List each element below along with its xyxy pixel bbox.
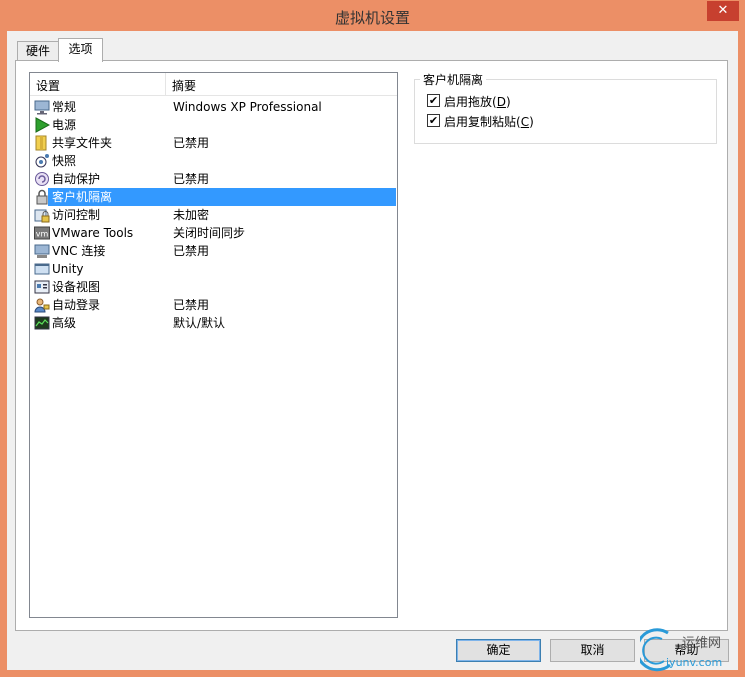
dialog-client-area: 硬件 选项 设置 摘要 常规 Windows XP Professional 电… — [7, 31, 738, 670]
list-item-name: 电源 — [52, 118, 77, 132]
list-item-name: 自动保护 — [52, 172, 101, 186]
list-item-summary: 已禁用 — [173, 136, 210, 150]
snapshot-icon — [35, 154, 49, 168]
tab-options[interactable]: 选项 — [58, 38, 103, 62]
list-item-name: 快照 — [52, 154, 77, 168]
ok-button[interactable]: 确定 — [456, 639, 541, 662]
list-item-snapshots[interactable]: 快照 — [32, 152, 396, 170]
watermark-logo: 运维网 iyunv.com — [640, 628, 722, 672]
autologin-icon — [34, 298, 50, 313]
checkbox-label: 启用复制粘贴(C) — [444, 115, 534, 129]
list-item-summary: Windows XP Professional — [173, 100, 322, 114]
window-title: 虚拟机设置 — [334, 9, 410, 27]
list-item-name: 高级 — [52, 316, 77, 330]
checkbox-check-icon[interactable]: ✔ — [427, 114, 440, 127]
header-divider[interactable] — [165, 73, 166, 95]
list-item-summary: 已禁用 — [173, 298, 210, 312]
watermark-domain: iyunv.com — [666, 656, 722, 669]
list-item-name: 访问控制 — [52, 208, 101, 222]
list-item-autoprotect[interactable]: 自动保护 已禁用 — [32, 170, 396, 188]
list-item-unity[interactable]: Unity — [32, 260, 396, 278]
header-setting[interactable]: 设置 — [36, 77, 164, 94]
list-item-name: Unity — [52, 262, 84, 276]
advanced-icon — [34, 316, 50, 330]
checkbox-check-icon[interactable]: ✔ — [427, 94, 440, 107]
list-item-name: VMware Tools — [52, 226, 134, 240]
options-tab-panel: 设置 摘要 常规 Windows XP Professional 电源 共享文件 — [15, 60, 728, 631]
tab-hardware[interactable]: 硬件 — [17, 41, 59, 60]
shared-folder-icon — [35, 135, 47, 151]
list-item-vmware-tools[interactable]: vm VMware Tools 关闭时间同步 — [32, 224, 396, 242]
list-item-name: 设备视图 — [52, 280, 101, 294]
vmware-tools-icon: vm — [34, 226, 50, 240]
guest-isolation-group: 客户机隔离 ✔ 启用拖放(D) ✔ 启用复制粘贴(C) — [414, 71, 717, 144]
settings-window: 虚拟机设置 ✕ 硬件 选项 设置 摘要 常规 Windows XP Profes… — [0, 0, 745, 677]
list-item-summary: 默认/默认 — [173, 316, 226, 330]
power-icon — [35, 117, 50, 133]
list-item-access-control[interactable]: 访问控制 未加密 — [32, 206, 396, 224]
list-item-advanced[interactable]: 高级 默认/默认 — [32, 314, 396, 332]
monitor-icon — [34, 100, 50, 115]
cancel-button[interactable]: 取消 — [550, 639, 635, 662]
list-item-general[interactable]: 常规 Windows XP Professional — [32, 98, 396, 116]
list-item-name: 共享文件夹 — [52, 136, 113, 150]
list-item-autologin[interactable]: 自动登录 已禁用 — [32, 296, 396, 314]
lock-icon — [36, 189, 48, 205]
list-item-summary: 未加密 — [173, 208, 210, 222]
list-item-device-view[interactable]: 设备视图 — [32, 278, 396, 296]
svg-text:vm: vm — [36, 230, 49, 239]
access-control-icon — [34, 209, 50, 223]
list-item-name: VNC 连接 — [52, 244, 106, 258]
list-header: 设置 摘要 — [30, 73, 397, 96]
close-button[interactable]: ✕ — [707, 1, 739, 21]
list-item-summary: 关闭时间同步 — [173, 226, 246, 240]
list-item-summary: 已禁用 — [173, 244, 210, 258]
settings-list[interactable]: 设置 摘要 常规 Windows XP Professional 电源 共享文件 — [29, 72, 398, 618]
list-item-power[interactable]: 电源 — [32, 116, 396, 134]
list-item-name: 自动登录 — [52, 298, 101, 312]
checkbox-label: 启用拖放(D) — [444, 95, 511, 109]
list-item-vnc[interactable]: VNC 连接 已禁用 — [32, 242, 396, 260]
list-item-name: 客户机隔离 — [52, 188, 115, 206]
watermark-title: 运维网 — [682, 636, 721, 651]
vnc-icon — [34, 244, 50, 258]
list-item-shared-folders[interactable]: 共享文件夹 已禁用 — [32, 134, 396, 152]
list-item-name: 常规 — [52, 100, 77, 114]
header-summary[interactable]: 摘要 — [172, 77, 196, 94]
device-view-icon — [34, 280, 50, 294]
list-item-summary: 已禁用 — [173, 172, 210, 186]
title-bar[interactable]: 虚拟机设置 ✕ — [0, 0, 745, 31]
unity-icon — [34, 263, 50, 275]
list-item-guest-isolation[interactable]: 客户机隔离 — [32, 188, 396, 206]
autoprotect-icon — [35, 172, 49, 186]
group-title: 客户机隔离 — [420, 71, 487, 88]
